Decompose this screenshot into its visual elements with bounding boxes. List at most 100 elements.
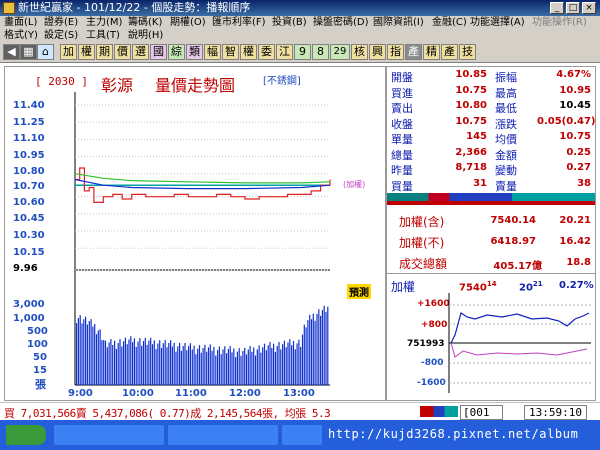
toolbar-button[interactable]: 類 bbox=[186, 44, 203, 60]
toolbar-button[interactable]: 權 bbox=[78, 44, 95, 60]
toolbar-button[interactable]: 9 bbox=[294, 44, 311, 60]
grid-icon[interactable]: ▦ bbox=[20, 44, 37, 60]
toolbar-button[interactable]: 智 bbox=[222, 44, 239, 60]
menu-item[interactable]: 說明(H) bbox=[128, 29, 163, 43]
taskbar-item[interactable] bbox=[168, 425, 278, 445]
volume-bar bbox=[88, 321, 90, 385]
volume-bar bbox=[258, 345, 260, 385]
toolbar-button[interactable]: 權 bbox=[240, 44, 257, 60]
menu-item[interactable]: 工具(T) bbox=[86, 29, 120, 43]
volume-bar bbox=[106, 347, 108, 385]
menu-item[interactable]: 期權(O) bbox=[170, 16, 206, 30]
volume-bar bbox=[236, 351, 238, 385]
taskbar-item[interactable] bbox=[54, 425, 164, 445]
menu-item[interactable]: 格式(Y) bbox=[4, 29, 38, 43]
status-bar: 買 7,031,566賣 5,437,086( 0.77)成 2,145,564… bbox=[0, 402, 600, 420]
volume-bar bbox=[260, 352, 262, 385]
menu-item[interactable]: 主力(M) bbox=[86, 16, 122, 30]
toolbar-button[interactable]: 技 bbox=[459, 44, 476, 60]
toolbar-button[interactable]: 委 bbox=[258, 44, 275, 60]
volume-bar bbox=[263, 343, 266, 385]
menu-item[interactable]: 投資(B) bbox=[272, 16, 307, 30]
volume-bar bbox=[126, 344, 128, 385]
volume-bar bbox=[157, 343, 159, 385]
menu-bar-row2: 格式(Y) 設定(S) 工具(T) 說明(H) bbox=[0, 29, 600, 43]
volume-bar bbox=[110, 339, 112, 385]
maximize-icon[interactable]: □ bbox=[566, 2, 580, 14]
menu-item[interactable]: 功能選擇(A) bbox=[470, 16, 525, 30]
volume-bar bbox=[278, 342, 280, 385]
volume-bar bbox=[180, 350, 182, 385]
volume-bar bbox=[291, 345, 293, 385]
volume-bar bbox=[280, 349, 282, 385]
toolbar-button[interactable]: 29 bbox=[330, 44, 350, 60]
menu-item[interactable]: 功能操作(R) bbox=[532, 16, 587, 30]
toolbar: ◀ ▦ ⌂ 加 權 期 價 選 國 綜 類 幅 智 權 委 江 9 8 29 核… bbox=[0, 43, 600, 63]
toolbar-button[interactable]: 產 bbox=[405, 44, 422, 60]
toolbar-button[interactable]: 8 bbox=[312, 44, 329, 60]
minimize-icon[interactable]: _ bbox=[550, 2, 564, 14]
toolbar-button[interactable]: 江 bbox=[276, 44, 293, 60]
volume-bar bbox=[85, 316, 87, 385]
menu-item[interactable]: 畫面(L) bbox=[4, 16, 37, 30]
volume-bar bbox=[245, 354, 248, 385]
volume-bar bbox=[121, 346, 123, 385]
volume-bar bbox=[202, 348, 204, 385]
menu-item[interactable]: 設定(S) bbox=[44, 29, 78, 43]
toolbar-button[interactable]: 精 bbox=[423, 44, 440, 60]
toolbar-button[interactable]: 選 bbox=[132, 44, 149, 60]
menu-item[interactable]: 籌碼(K) bbox=[128, 16, 162, 30]
close-icon[interactable]: × bbox=[582, 2, 596, 14]
toolbar-button[interactable]: 國 bbox=[150, 44, 167, 60]
volume-bar bbox=[168, 343, 170, 385]
volume-bar bbox=[238, 348, 240, 385]
toolbar-button[interactable]: 價 bbox=[114, 44, 131, 60]
menu-bar: 畫面(L) 證券(E) 主力(M) 籌碼(K) 期權(O) 匯市利率(F) 投資… bbox=[0, 16, 600, 30]
volume-bar bbox=[235, 357, 237, 385]
volume-bar bbox=[160, 348, 163, 385]
volume-bar bbox=[108, 342, 110, 385]
volume-bar bbox=[265, 350, 267, 385]
start-button[interactable] bbox=[6, 425, 46, 445]
volume-bar bbox=[79, 315, 81, 385]
back-icon[interactable]: ◀ bbox=[3, 44, 20, 60]
volume-bar bbox=[124, 337, 126, 385]
volume-bar bbox=[292, 341, 295, 385]
toolbar-button[interactable]: 產 bbox=[441, 44, 458, 60]
volume-bar bbox=[92, 326, 94, 385]
chart-plot bbox=[74, 92, 331, 386]
volume-bar bbox=[114, 340, 116, 385]
volume-bar bbox=[166, 347, 168, 385]
toolbar-button[interactable]: 核 bbox=[351, 44, 368, 60]
volume-bar bbox=[300, 346, 302, 385]
volume-bar bbox=[240, 355, 242, 385]
menu-item[interactable]: 金融(C) bbox=[432, 16, 467, 30]
menu-item[interactable]: 匯市利率(F) bbox=[212, 16, 266, 30]
volume-bar bbox=[77, 318, 79, 385]
toolbar-button[interactable]: 興 bbox=[369, 44, 386, 60]
volume-bar bbox=[213, 346, 215, 385]
home-icon[interactable]: ⌂ bbox=[37, 44, 54, 60]
volume-bar bbox=[104, 340, 107, 385]
quote-panel: 開盤 10.85 振幅 4.67% 買進 10.75 最高 10.95 賣出 10.80 最低 10.… bbox=[386, 66, 596, 401]
volume-bar bbox=[209, 344, 211, 385]
menu-item[interactable]: 證券(E) bbox=[44, 16, 78, 30]
toolbar-button[interactable]: 綜 bbox=[168, 44, 185, 60]
watermark: http://kujd3268.pixnet.net/album bbox=[328, 427, 579, 441]
toolbar-button[interactable]: 指 bbox=[387, 44, 404, 60]
volume-bar bbox=[164, 340, 166, 385]
volume-bar bbox=[301, 334, 304, 385]
taskbar-item[interactable] bbox=[282, 425, 322, 445]
toolbar-button[interactable]: 期 bbox=[96, 44, 113, 60]
toolbar-button[interactable]: 加 bbox=[60, 44, 77, 60]
volume-bar bbox=[141, 345, 143, 385]
volume-bar bbox=[298, 339, 300, 385]
volume-bar bbox=[217, 350, 219, 385]
volume-bar bbox=[155, 349, 157, 385]
menu-item[interactable]: 國際資訊(I) bbox=[373, 16, 424, 30]
volume-bar bbox=[133, 338, 135, 385]
page-code[interactable]: [001 bbox=[460, 405, 503, 420]
toolbar-button[interactable]: 幅 bbox=[204, 44, 221, 60]
menu-item[interactable]: 操盤密碼(D) bbox=[313, 16, 369, 30]
volume-bar bbox=[283, 340, 285, 385]
